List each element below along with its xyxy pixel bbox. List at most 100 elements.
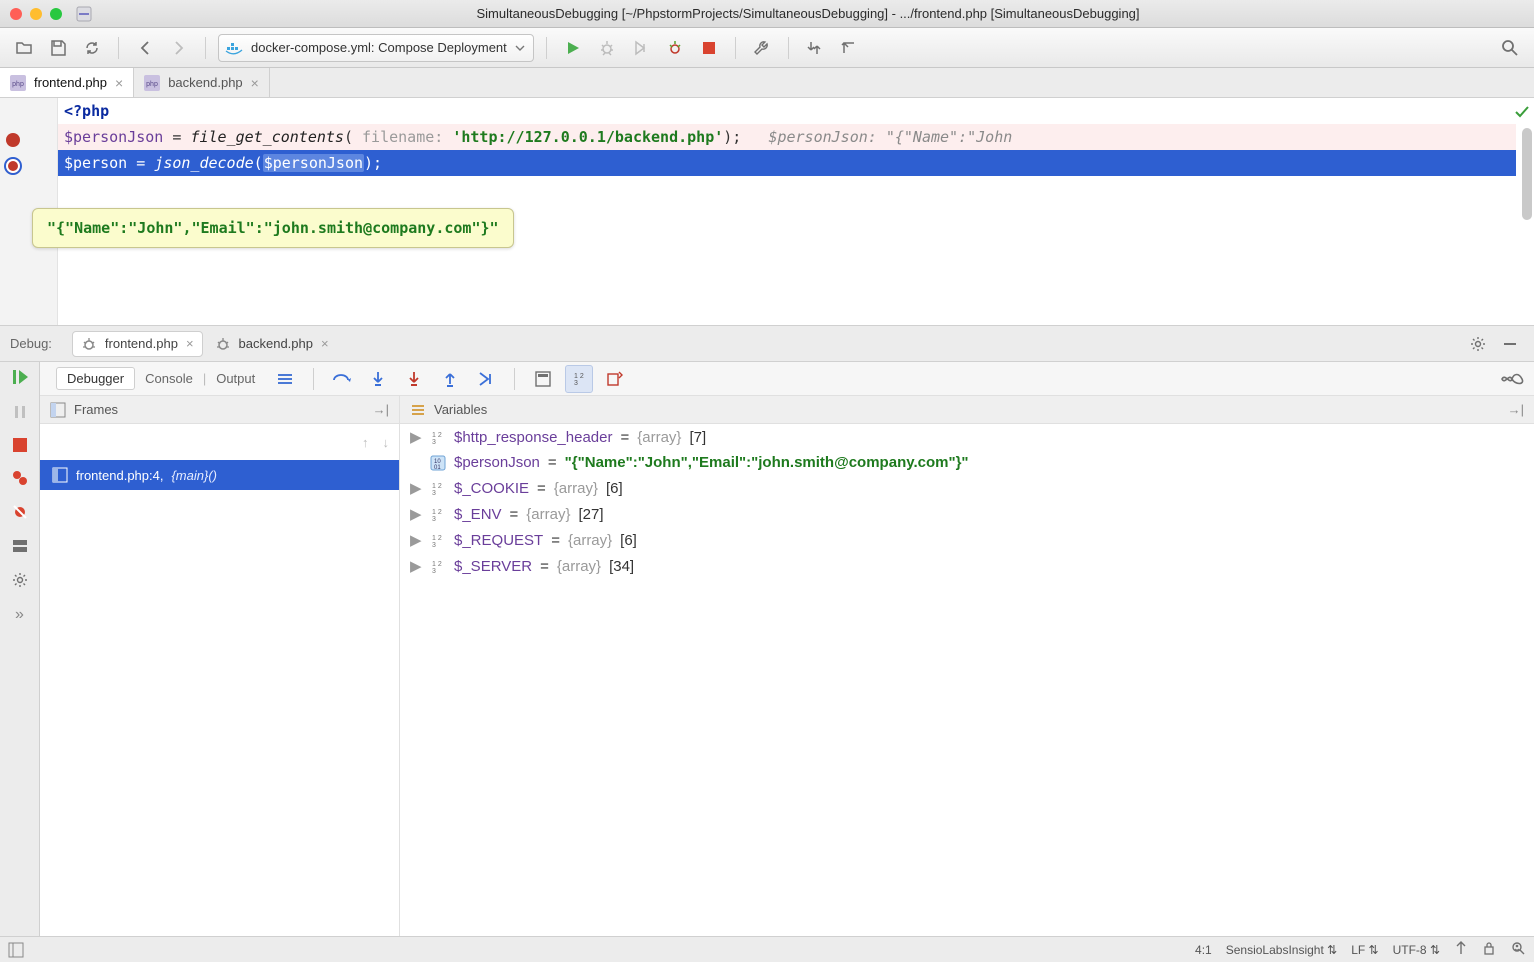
scrollbar-thumb[interactable] (1522, 128, 1532, 220)
variable-row[interactable]: ▶1 23$_COOKIE = {array} [6] (400, 475, 1534, 501)
search-icon[interactable] (1496, 34, 1524, 62)
debugger-subtab[interactable]: Debugger (56, 367, 135, 390)
frames-title: Frames →| (40, 396, 399, 424)
expand-icon[interactable]: ▶ (410, 479, 422, 497)
variable-row[interactable]: ▶1 23$_REQUEST = {array} [6] (400, 527, 1534, 553)
resume-icon[interactable] (11, 368, 29, 386)
wrench-icon[interactable] (748, 34, 776, 62)
settings-icon[interactable] (12, 572, 28, 588)
hide-vars-icon[interactable]: →| (1508, 402, 1524, 417)
debug-session-tab-backend[interactable]: backend.php × (207, 332, 337, 356)
coverage-icon[interactable] (627, 34, 655, 62)
breakpoint-icon[interactable] (6, 133, 20, 147)
watches-icon[interactable]: 1 23 (565, 365, 593, 393)
listen-debug-icon[interactable] (661, 34, 689, 62)
variable-name: $_REQUEST (454, 532, 543, 549)
step-into-icon[interactable] (364, 365, 392, 393)
frame-row[interactable]: frontend.php:4, {main}() (40, 460, 399, 490)
step-over-icon[interactable] (328, 365, 356, 393)
line-separator[interactable]: LF ⇅ (1351, 943, 1378, 957)
frame-location: frontend.php:4, (76, 468, 163, 483)
zoom-icon[interactable] (50, 8, 62, 20)
expand-icon[interactable]: ▶ (410, 531, 422, 549)
close-icon[interactable]: × (186, 336, 194, 351)
layout-icon[interactable] (12, 538, 28, 554)
open-icon[interactable] (10, 34, 38, 62)
mute-breakpoints-icon[interactable] (12, 504, 28, 520)
editor-tab-backend[interactable]: php backend.php × (134, 68, 270, 97)
stop-icon[interactable] (695, 34, 723, 62)
evaluate-tooltip: "{"Name":"John","Email":"john.smith@comp… (32, 208, 514, 248)
hide-frames-icon[interactable]: →| (373, 402, 389, 417)
evaluate-icon[interactable] (529, 365, 557, 393)
run-to-cursor-icon[interactable] (472, 365, 500, 393)
code-editor[interactable]: <?php $personJson = file_get_contents( f… (0, 98, 1534, 326)
minimize-panel-icon[interactable] (1496, 330, 1524, 358)
variable-row[interactable]: ▶1 23$_SERVER = {array} [34] (400, 553, 1534, 579)
vcs-update-icon[interactable] (801, 34, 829, 62)
toolwindows-icon[interactable] (8, 942, 24, 958)
debug-label: Debug: (10, 336, 52, 351)
debug-icon[interactable] (593, 34, 621, 62)
close-icon[interactable] (10, 8, 22, 20)
output-subtab[interactable]: Output (216, 371, 255, 386)
save-all-icon[interactable] (44, 34, 72, 62)
git-widget[interactable] (1454, 941, 1468, 958)
frame-up-icon[interactable]: ↑ (362, 435, 369, 450)
console-subtab[interactable]: Console (145, 371, 193, 386)
svg-text:3: 3 (432, 542, 436, 548)
sync-icon[interactable] (78, 34, 106, 62)
editor-tab-label: backend.php (168, 75, 242, 90)
expand-icon[interactable]: ▶ (410, 505, 422, 523)
detach-frame-icon[interactable] (601, 365, 629, 393)
window-titlebar: SimultaneousDebugging [~/PhpstormProject… (0, 0, 1534, 28)
run-configuration-select[interactable]: docker-compose.yml: Compose Deployment (218, 34, 534, 62)
chevron-down-icon (515, 43, 525, 53)
editor-tab-frontend[interactable]: php frontend.php × (0, 68, 134, 97)
lock-icon[interactable] (1482, 941, 1496, 958)
stop-icon[interactable] (13, 438, 27, 452)
app-icon (76, 6, 92, 22)
vcs-commit-icon[interactable] (835, 34, 863, 62)
run-icon[interactable] (559, 34, 587, 62)
variable-type: {array} (554, 480, 598, 497)
expand-icon[interactable]: ▶ (410, 428, 422, 446)
view-breakpoints-icon[interactable] (12, 470, 28, 486)
debug-toolwindow-header: Debug: frontend.php × backend.php × (0, 326, 1534, 362)
variable-row[interactable]: ▶1 23$http_response_header = {array} [7] (400, 424, 1534, 450)
svg-text:01: 01 (434, 465, 441, 471)
gear-icon[interactable] (1464, 330, 1492, 358)
inspection-widget[interactable]: SensioLabsInsight ⇅ (1226, 943, 1337, 957)
frame-down-icon[interactable]: ↓ (383, 435, 390, 450)
code-area[interactable]: <?php $personJson = file_get_contents( f… (58, 98, 1516, 176)
debug-panel: » Debugger Console | Output 1 23 (0, 362, 1534, 936)
expand-icon[interactable]: ▶ (410, 557, 422, 575)
debug-session-tab-frontend[interactable]: frontend.php × (72, 331, 203, 357)
force-step-into-icon[interactable] (400, 365, 428, 393)
infinite-icon[interactable] (1498, 365, 1526, 393)
cursor-position[interactable]: 4:1 (1195, 943, 1212, 957)
var-type-icon: 1 23 (430, 506, 446, 522)
var-type-icon: 1 23 (430, 480, 446, 496)
frame-icon (52, 467, 68, 483)
forward-icon[interactable] (165, 34, 193, 62)
status-bar: 4:1 SensioLabsInsight ⇅ LF ⇅ UTF-8 ⇅ (0, 936, 1534, 962)
close-icon[interactable]: × (321, 336, 329, 351)
docker-icon (225, 39, 243, 57)
back-icon[interactable] (131, 34, 159, 62)
pause-icon[interactable] (12, 404, 28, 420)
step-out-icon[interactable] (436, 365, 464, 393)
inspector-icon[interactable] (1510, 940, 1526, 959)
window-title: SimultaneousDebugging [~/PhpstormProject… (92, 6, 1524, 21)
minimize-icon[interactable] (30, 8, 42, 20)
variable-count: [27] (579, 506, 604, 523)
show-execution-point-icon[interactable] (271, 365, 299, 393)
breakpoint-active-icon[interactable] (6, 159, 20, 173)
variable-row[interactable]: 1001$personJson = "{"Name":"John","Email… (400, 450, 1534, 475)
encoding[interactable]: UTF-8 ⇅ (1393, 943, 1440, 957)
close-icon[interactable]: × (115, 76, 123, 90)
close-icon[interactable]: × (251, 76, 259, 90)
variable-row[interactable]: ▶1 23$_ENV = {array} [27] (400, 501, 1534, 527)
more-icon[interactable]: » (15, 606, 24, 624)
variable-type: {array} (557, 558, 601, 575)
